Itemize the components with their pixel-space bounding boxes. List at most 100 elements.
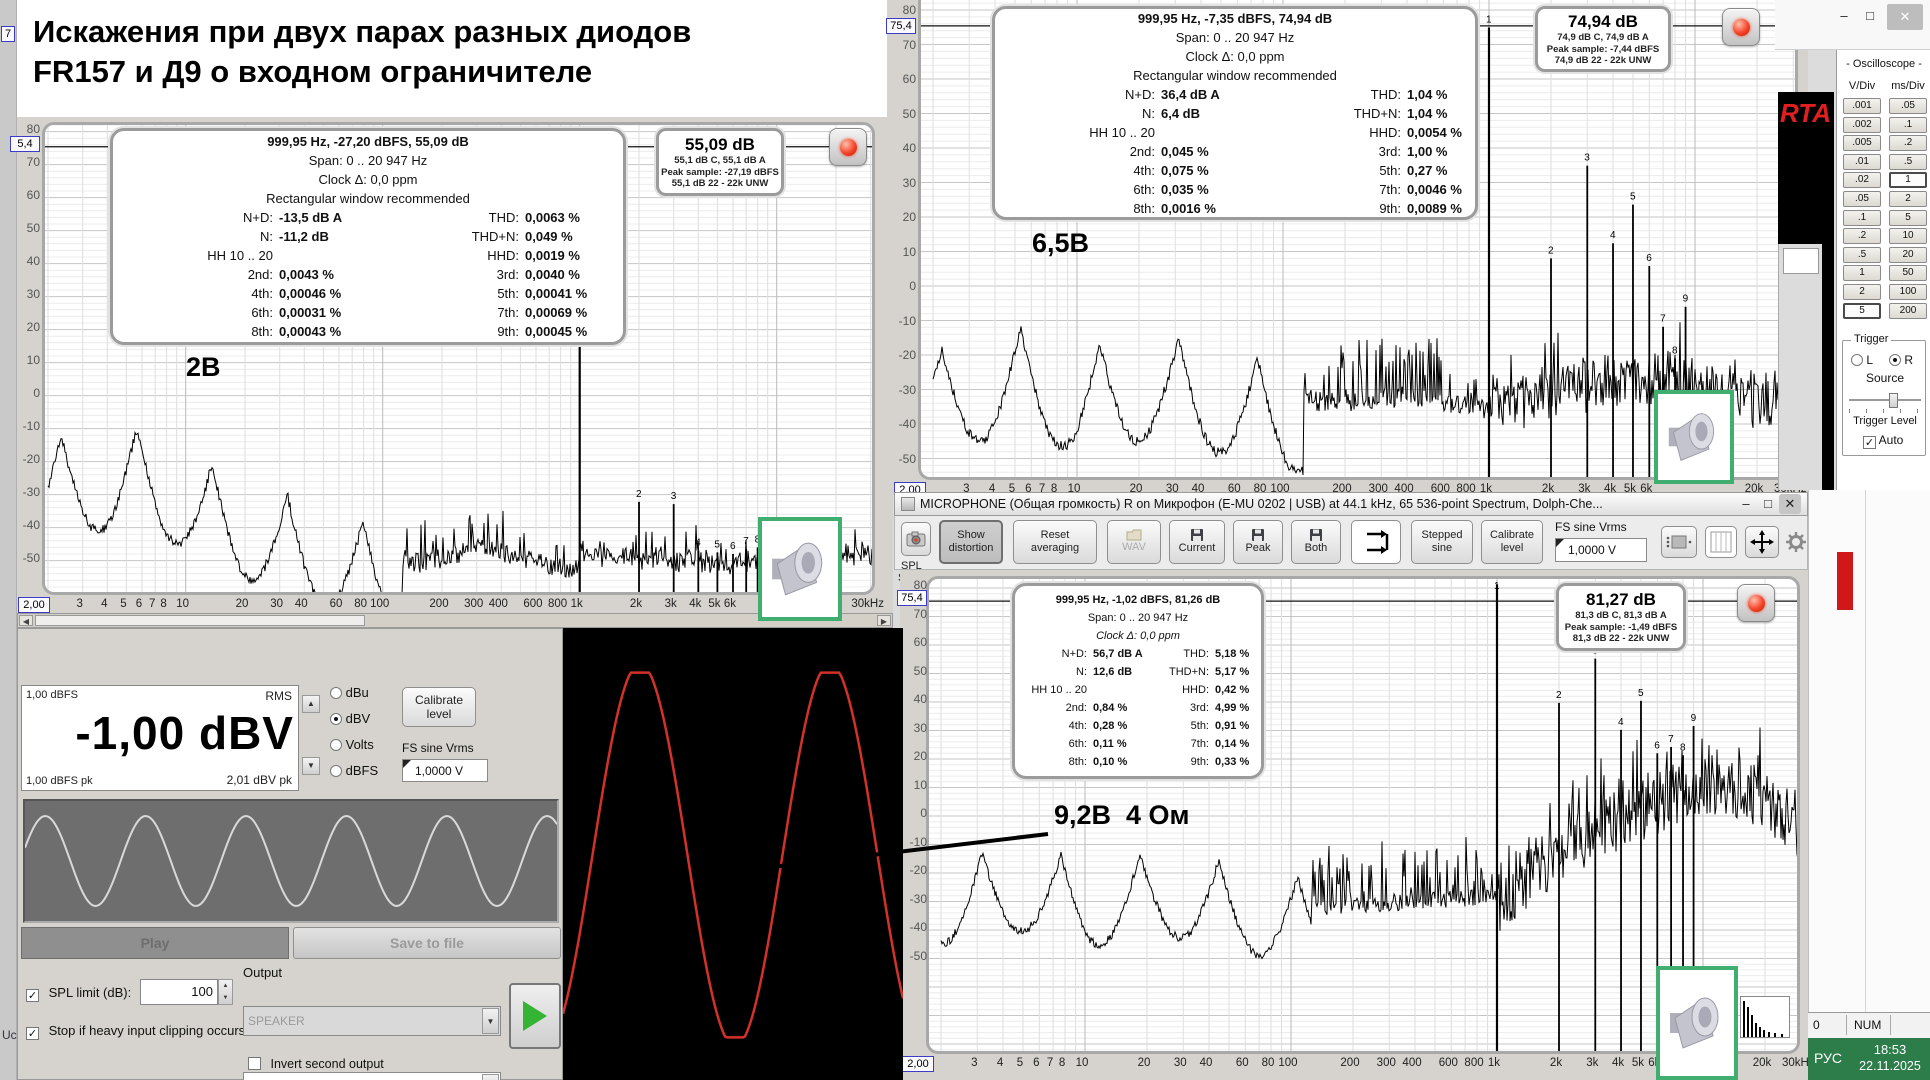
radio-icon[interactable] (330, 687, 342, 699)
save-peak-button[interactable]: Peak (1233, 520, 1283, 564)
bars-view-button[interactable] (1705, 526, 1737, 558)
msdiv-button[interactable]: 10 (1889, 228, 1927, 244)
trigger-left-radio[interactable]: L (1851, 353, 1873, 367)
generator-start-button[interactable] (509, 983, 561, 1049)
scroll-right-icon[interactable]: ▶ (877, 615, 891, 626)
x-axis-label: 20k (1753, 1057, 1772, 1069)
vdiv-button[interactable]: .001 (1843, 98, 1881, 114)
play-button[interactable]: Play (21, 927, 289, 959)
taskbar-language[interactable]: РУС (1814, 1050, 1842, 1066)
msdiv-button[interactable]: .1 (1889, 117, 1927, 133)
slider-thumb[interactable] (1889, 393, 1898, 408)
scroll-left-icon[interactable]: ◀ (19, 615, 33, 626)
x-axis-label: 3 (76, 598, 82, 610)
maximize-icon[interactable]: □ (1757, 494, 1779, 514)
record-button[interactable] (1722, 8, 1760, 46)
auto-checkbox[interactable] (1863, 436, 1876, 449)
msdiv-button[interactable]: 100 (1889, 284, 1927, 300)
step-loop-button[interactable] (1351, 520, 1401, 564)
vdiv-button[interactable]: .2 (1843, 228, 1881, 244)
bars-icon (1710, 531, 1732, 553)
save-current-button[interactable]: Current (1169, 520, 1225, 564)
x-axis-label: 6 (136, 598, 142, 610)
save-both-button[interactable]: Both (1291, 520, 1341, 564)
info-stat-cell: HH 10 .. 20 (1025, 681, 1087, 699)
spectrum3-title-bar[interactable]: MICROPHONE (Общая громкость) R on Микроф… (894, 492, 1808, 516)
vdiv-button[interactable]: .02 (1843, 172, 1881, 188)
info-stat-row: N:6,4 dBTHD+N:1,04 % (1005, 104, 1465, 123)
info-stat-cell: HHD: (1273, 123, 1401, 142)
vdiv-button[interactable]: .005 (1843, 135, 1881, 151)
vdiv-button[interactable]: .05 (1843, 191, 1881, 207)
stepped-sine-button[interactable]: Stepped sine (1411, 520, 1473, 564)
calibrate-level-button[interactable]: Calibrate level (1481, 520, 1543, 564)
meter-spin-up[interactable]: ▲ (302, 695, 320, 713)
vdiv-button[interactable]: 1 (1843, 265, 1881, 281)
close-icon[interactable]: ✕ (1779, 494, 1801, 514)
msdiv-button[interactable]: 200 (1889, 303, 1927, 319)
unit-radio-dBV[interactable]: dBV (330, 711, 370, 726)
vdiv-button[interactable]: 5 (1843, 303, 1881, 319)
vdiv-button[interactable]: .5 (1843, 247, 1881, 263)
info-stat-cell: 0,42 % (1209, 681, 1251, 699)
msdiv-button[interactable]: .2 (1889, 135, 1927, 151)
reset-averaging-button[interactable]: Reset averaging (1013, 520, 1097, 564)
spl-limit-checkbox[interactable] (26, 989, 39, 1002)
y-axis-label: 20 (899, 749, 927, 763)
scroll-thumb[interactable] (35, 615, 365, 626)
svg-text:8: 8 (1680, 742, 1686, 753)
truerta-scroll-box[interactable] (1783, 248, 1819, 274)
msdiv-button[interactable]: 5 (1889, 210, 1927, 226)
x-axis-start-box: 2,00 (18, 597, 50, 613)
y-axis-label: -40 (12, 518, 40, 532)
y-axis-label: 20 (888, 210, 916, 224)
msdiv-button[interactable]: 50 (1889, 265, 1927, 281)
output-channel-select[interactable]: L ▼ (243, 1072, 501, 1080)
unit-radio-Volts[interactable]: Volts (330, 737, 374, 752)
spl-limit-field[interactable]: 100 (140, 979, 218, 1005)
msdiv-button[interactable]: 20 (1889, 247, 1927, 263)
taskbar-clock-date[interactable]: 22.11.2025 (1846, 1059, 1930, 1073)
output-device-select[interactable]: SPEAKER ▼ (243, 1006, 501, 1036)
radio-icon[interactable] (330, 713, 342, 725)
record-button[interactable] (1737, 584, 1775, 622)
maximize-icon[interactable]: □ (1859, 6, 1881, 26)
info-line: 999,95 Hz, -27,20 dBFS, 55,09 dB (123, 132, 613, 151)
msdiv-button[interactable]: .05 (1889, 98, 1927, 114)
calibrate-level-button[interactable]: Calibrate level (402, 687, 476, 727)
spl-spinner[interactable]: ▲▼ (218, 979, 233, 1005)
x-axis-label: 20 (1138, 1057, 1151, 1069)
close-icon[interactable]: ✕ (1887, 4, 1923, 30)
y-axis-label: 0 (899, 806, 927, 820)
pan-button[interactable] (1745, 526, 1779, 558)
taskbar-clock-time[interactable]: 18:53 (1850, 1042, 1930, 1057)
msdiv-button[interactable]: .5 (1889, 154, 1927, 170)
minimize-icon[interactable]: – (1833, 6, 1855, 26)
snapshot-button[interactable] (901, 522, 931, 556)
fs-sine-input[interactable]: 1,0000 V (1555, 538, 1647, 562)
radio-icon[interactable] (330, 739, 342, 751)
meter-spin-down[interactable]: ▼ (302, 757, 320, 775)
msdiv-button[interactable]: 2 (1889, 191, 1927, 207)
fs-sine-input[interactable]: 1,0000 V (402, 759, 488, 782)
unit-radio-dBu[interactable]: dBu (330, 685, 369, 700)
settings-button[interactable] (1785, 528, 1807, 556)
show-distortion-button[interactable]: Show distortion (939, 520, 1003, 564)
stop-clipping-checkbox[interactable] (26, 1027, 39, 1040)
trigger-right-radio[interactable]: R (1889, 353, 1913, 367)
y-axis-label: -30 (12, 485, 40, 499)
speaker-config-button[interactable] (1661, 526, 1697, 558)
unit-radio-dBFS[interactable]: dBFS (330, 763, 378, 778)
save-to-file-button[interactable]: Save to file (293, 927, 561, 959)
vdiv-button[interactable]: .01 (1843, 154, 1881, 170)
trigger-level-slider[interactable] (1849, 393, 1921, 407)
invert-output-checkbox[interactable] (248, 1057, 261, 1070)
vdiv-button[interactable]: .002 (1843, 117, 1881, 133)
wav-button[interactable]: WAV (1107, 520, 1161, 564)
vdiv-button[interactable]: .1 (1843, 210, 1881, 226)
record-button[interactable] (829, 128, 867, 166)
radio-icon[interactable] (330, 765, 342, 777)
msdiv-button[interactable]: 1 (1889, 172, 1927, 188)
vdiv-button[interactable]: 2 (1843, 284, 1881, 300)
minimize-icon[interactable]: – (1735, 494, 1757, 514)
